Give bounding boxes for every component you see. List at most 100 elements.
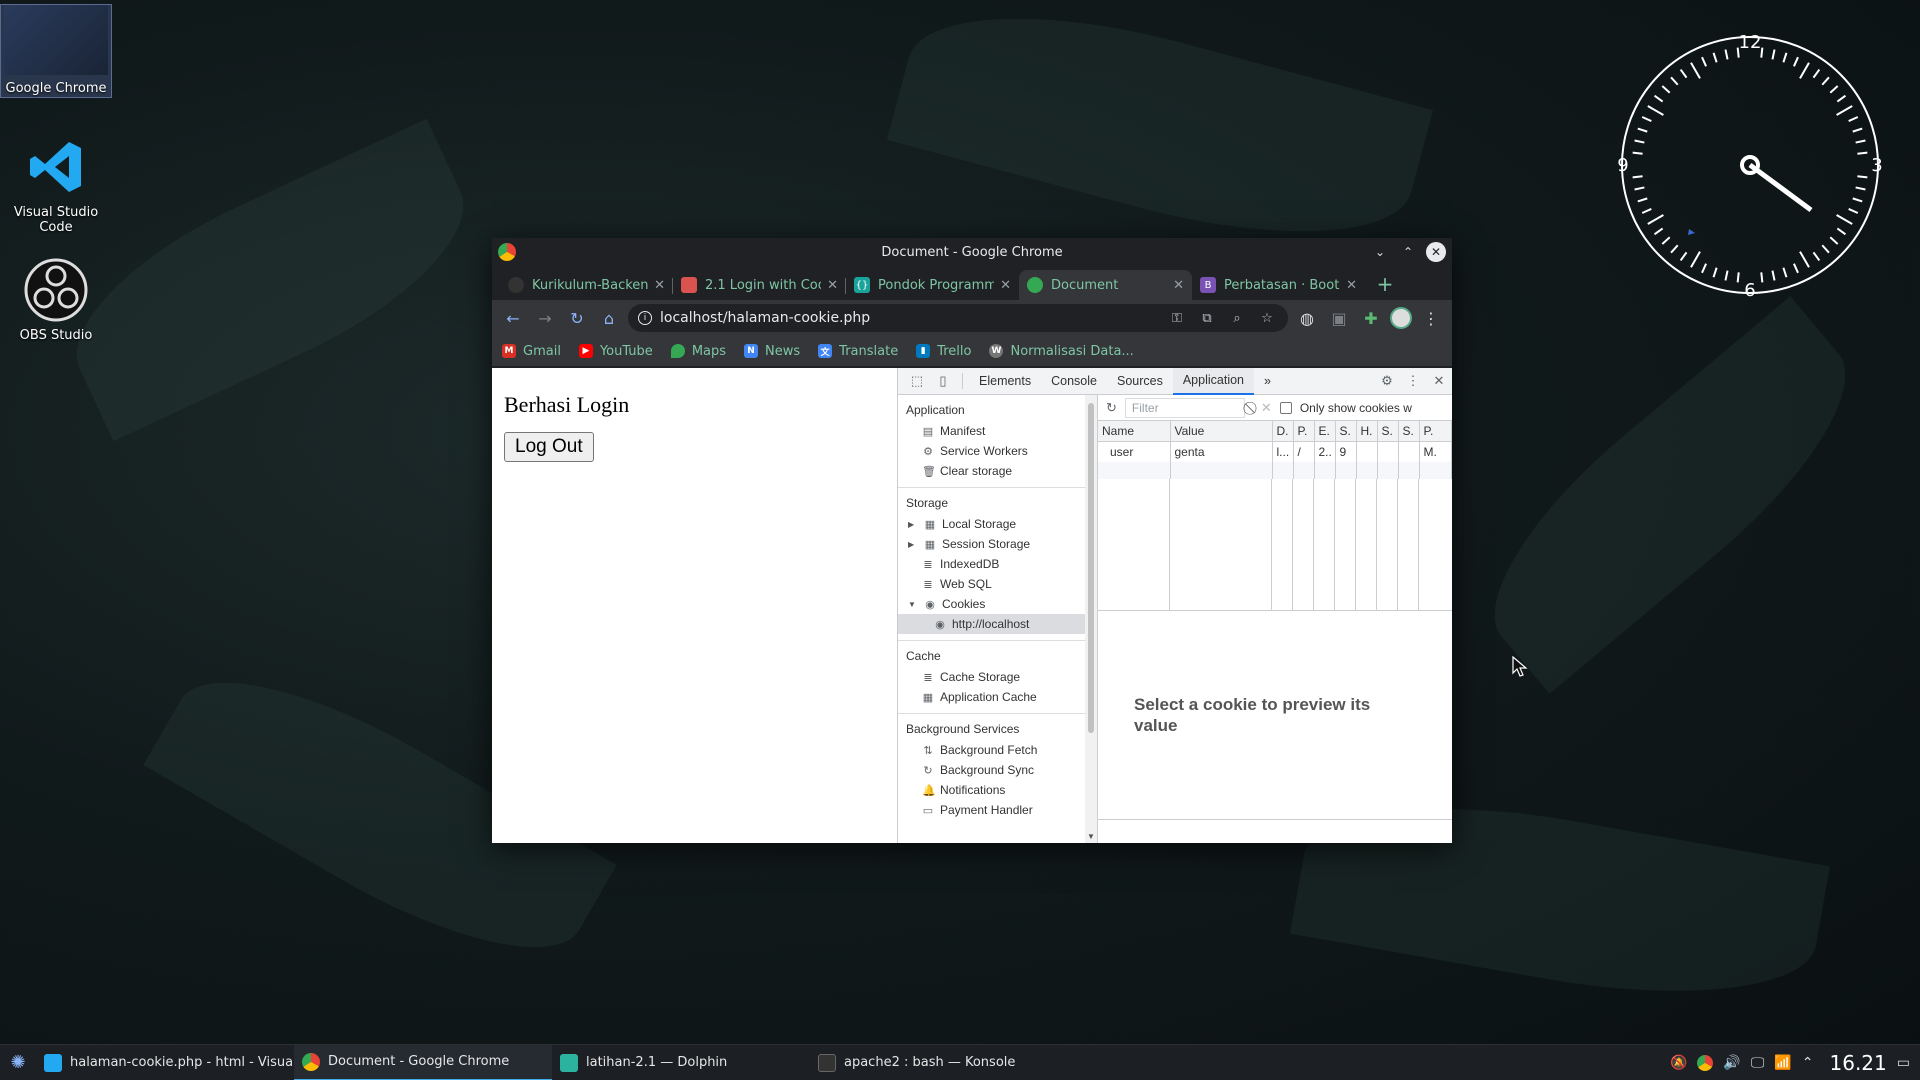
zoom-icon[interactable]: ⌕ <box>1226 311 1248 326</box>
sidebar-item-notifications[interactable]: 🔔 Notifications <box>898 780 1097 800</box>
application-launcher-icon[interactable]: ✺ <box>0 1045 36 1080</box>
column-header[interactable]: S. <box>1335 421 1357 442</box>
maximize-button[interactable]: ⌃ <box>1398 242 1418 262</box>
sidebar-item-session-storage[interactable]: ▶ ▦ Session Storage <box>898 534 1097 554</box>
devtools-tab-sources[interactable]: Sources <box>1107 368 1173 395</box>
task-chrome[interactable]: Document - Google Chrome <box>294 1044 552 1080</box>
sidebar-item-cache-storage[interactable]: ≣ Cache Storage <box>898 667 1097 687</box>
close-window-button[interactable]: ✕ <box>1426 242 1446 262</box>
profile-avatar[interactable] <box>1390 307 1412 329</box>
devtools-tab-application[interactable]: Application <box>1172 367 1254 395</box>
expand-arrow-icon[interactable]: ▶ <box>908 540 918 549</box>
sidebar-scrollbar[interactable]: ▼ <box>1085 395 1097 843</box>
delete-selected-icon[interactable]: ✕ <box>1261 400 1272 416</box>
column-header[interactable]: P. <box>1293 421 1315 442</box>
close-tab-icon[interactable]: ✕ <box>827 278 838 293</box>
column-header[interactable]: Name <box>1098 421 1171 442</box>
clock-tick <box>1855 139 1866 144</box>
sidebar-item-background-fetch[interactable]: ⇅ Background Fetch <box>898 740 1097 760</box>
column-header[interactable]: S. <box>1377 421 1399 442</box>
inspect-element-icon[interactable]: ⬚ <box>904 373 930 389</box>
close-tab-icon[interactable]: ✕ <box>1000 278 1011 293</box>
address-bar[interactable]: i localhost/halaman-cookie.php ⚿ ⧉ ⌕ ☆ <box>628 304 1288 332</box>
reload-button[interactable]: ↻ <box>564 305 590 331</box>
extension-icon[interactable]: ▣ <box>1326 305 1352 331</box>
puzzle-icon[interactable]: ✚ <box>1358 305 1384 331</box>
sidebar-item-service-workers[interactable]: ⚙ Service Workers <box>898 441 1097 461</box>
column-header[interactable]: H. <box>1356 421 1378 442</box>
cookie-filter-input[interactable]: Filter <box>1124 397 1245 418</box>
clock-time[interactable]: 16.21 <box>1830 1051 1887 1075</box>
bookmark-gmail[interactable]: M Gmail <box>502 344 561 359</box>
new-tab-button[interactable]: + <box>1371 270 1399 298</box>
sidebar-item-manifest[interactable]: ▤ Manifest <box>898 421 1097 441</box>
expand-arrow-icon[interactable]: ▶ <box>908 520 918 529</box>
task-konsole[interactable]: apache2 : bash — Konsole <box>810 1045 1068 1080</box>
desktop-icon-obs[interactable]: OBS Studio <box>0 258 112 343</box>
devtools-tab-elements[interactable]: Elements <box>969 368 1041 395</box>
tab-kurikulum[interactable]: Kurikulum-Backend ✕ <box>500 270 673 300</box>
column-header[interactable]: E. <box>1314 421 1336 442</box>
display-icon[interactable]: 🖵 <box>1751 1055 1765 1071</box>
sidebar-item-background-sync[interactable]: ↻ Background Sync <box>898 760 1097 780</box>
sidebar-item-clear-storage[interactable]: 🗑 Clear storage <box>898 461 1097 481</box>
key-icon[interactable]: ⚿ <box>1166 311 1188 326</box>
tray-expand-icon[interactable]: ⌃ <box>1802 1055 1814 1071</box>
close-tab-icon[interactable]: ✕ <box>1173 278 1184 293</box>
minimize-button[interactable]: ⌄ <box>1370 242 1390 262</box>
network-icon[interactable]: 📶 <box>1774 1055 1791 1071</box>
column-header[interactable]: D. <box>1272 421 1294 442</box>
tab-pondok[interactable]: {} Pondok Programmer ✕ <box>846 270 1019 300</box>
sidebar-item-web-sql[interactable]: ≣ Web SQL <box>898 574 1097 594</box>
sidebar-item-payment-handler[interactable]: ▭ Payment Handler <box>898 800 1097 820</box>
task-vscode[interactable]: halaman-cookie.php - html - Visual... <box>36 1045 294 1080</box>
bookmark-news[interactable]: N News <box>744 344 800 359</box>
chrome-tray-icon[interactable] <box>1697 1054 1714 1071</box>
device-toolbar-icon[interactable]: ▯ <box>930 373 956 389</box>
column-header[interactable]: S. <box>1398 421 1420 442</box>
desktop-icon-google-chrome[interactable]: Google Chrome <box>0 4 112 98</box>
task-dolphin[interactable]: latihan-2.1 — Dolphin <box>552 1045 810 1080</box>
sidebar-item-cookies[interactable]: ▼ ◉ Cookies <box>898 594 1097 614</box>
close-devtools-icon[interactable]: ✕ <box>1426 373 1452 389</box>
collapse-arrow-icon[interactable]: ▼ <box>908 600 918 609</box>
tab-perbatasan[interactable]: B Perbatasan · Bootstrap ✕ <box>1192 270 1365 300</box>
bookmark-translate[interactable]: 文 Translate <box>818 344 898 359</box>
star-icon[interactable]: ☆ <box>1256 311 1278 326</box>
desktop-icon-vscode[interactable]: Visual Studio Code <box>0 135 112 235</box>
bookmark-normalisasi[interactable]: W Normalisasi Data... <box>989 344 1134 359</box>
menu-kebab-icon[interactable]: ⋮ <box>1418 305 1444 331</box>
settings-gear-icon[interactable]: ⚙ <box>1374 373 1400 389</box>
extension-globe-icon[interactable]: ◍ <box>1294 305 1320 331</box>
close-tab-icon[interactable]: ✕ <box>1346 278 1357 293</box>
home-button[interactable]: ⌂ <box>596 305 622 331</box>
notifications-muted-icon[interactable]: 🔕 <box>1670 1055 1687 1071</box>
more-tabs-button[interactable]: » <box>1254 368 1281 395</box>
logout-button[interactable]: Log Out <box>504 432 594 462</box>
only-show-cookies-checkbox[interactable] <box>1279 401 1292 414</box>
column-header[interactable]: Value <box>1170 421 1273 442</box>
devtools-tab-console[interactable]: Console <box>1041 368 1107 395</box>
sidebar-item-cookie-origin[interactable]: ◉ http://localhost <box>898 614 1097 634</box>
tab-document[interactable]: Document ✕ <box>1019 270 1192 300</box>
window-titlebar[interactable]: Document - Google Chrome ⌄ ⌃ ✕ <box>492 238 1452 266</box>
tab-login-cookie[interactable]: 2.1 Login with Cookie ✕ <box>673 270 846 300</box>
show-desktop-icon[interactable]: ▭ <box>1897 1055 1910 1071</box>
volume-icon[interactable]: 🔊 <box>1723 1055 1740 1071</box>
cookie-row-user[interactable]: user genta l.../2.. 9 M. <box>1098 441 1452 462</box>
refresh-icon[interactable]: ↻ <box>1106 400 1117 416</box>
bookmark-youtube[interactable]: ▶ YouTube <box>578 344 653 359</box>
sidebar-item-indexeddb[interactable]: ≣ IndexedDB <box>898 554 1097 574</box>
tab-strip: Kurikulum-Backend ✕ 2.1 Login with Cooki… <box>492 266 1452 300</box>
site-info-icon[interactable]: i <box>638 311 652 325</box>
sidebar-item-local-storage[interactable]: ▶ ▦ Local Storage <box>898 514 1097 534</box>
close-tab-icon[interactable]: ✕ <box>654 278 665 293</box>
bookmark-maps[interactable]: Maps <box>670 344 726 359</box>
column-header[interactable]: P. <box>1419 421 1452 442</box>
sidebar-item-application-cache[interactable]: ▦ Application Cache <box>898 687 1097 707</box>
back-button[interactable]: ← <box>500 305 526 331</box>
bookmark-trello[interactable]: ▮ Trello <box>916 344 971 359</box>
forward-button[interactable]: → <box>532 305 558 331</box>
translate-icon[interactable]: ⧉ <box>1196 311 1218 326</box>
devtools-menu-icon[interactable]: ⋮ <box>1400 373 1426 389</box>
